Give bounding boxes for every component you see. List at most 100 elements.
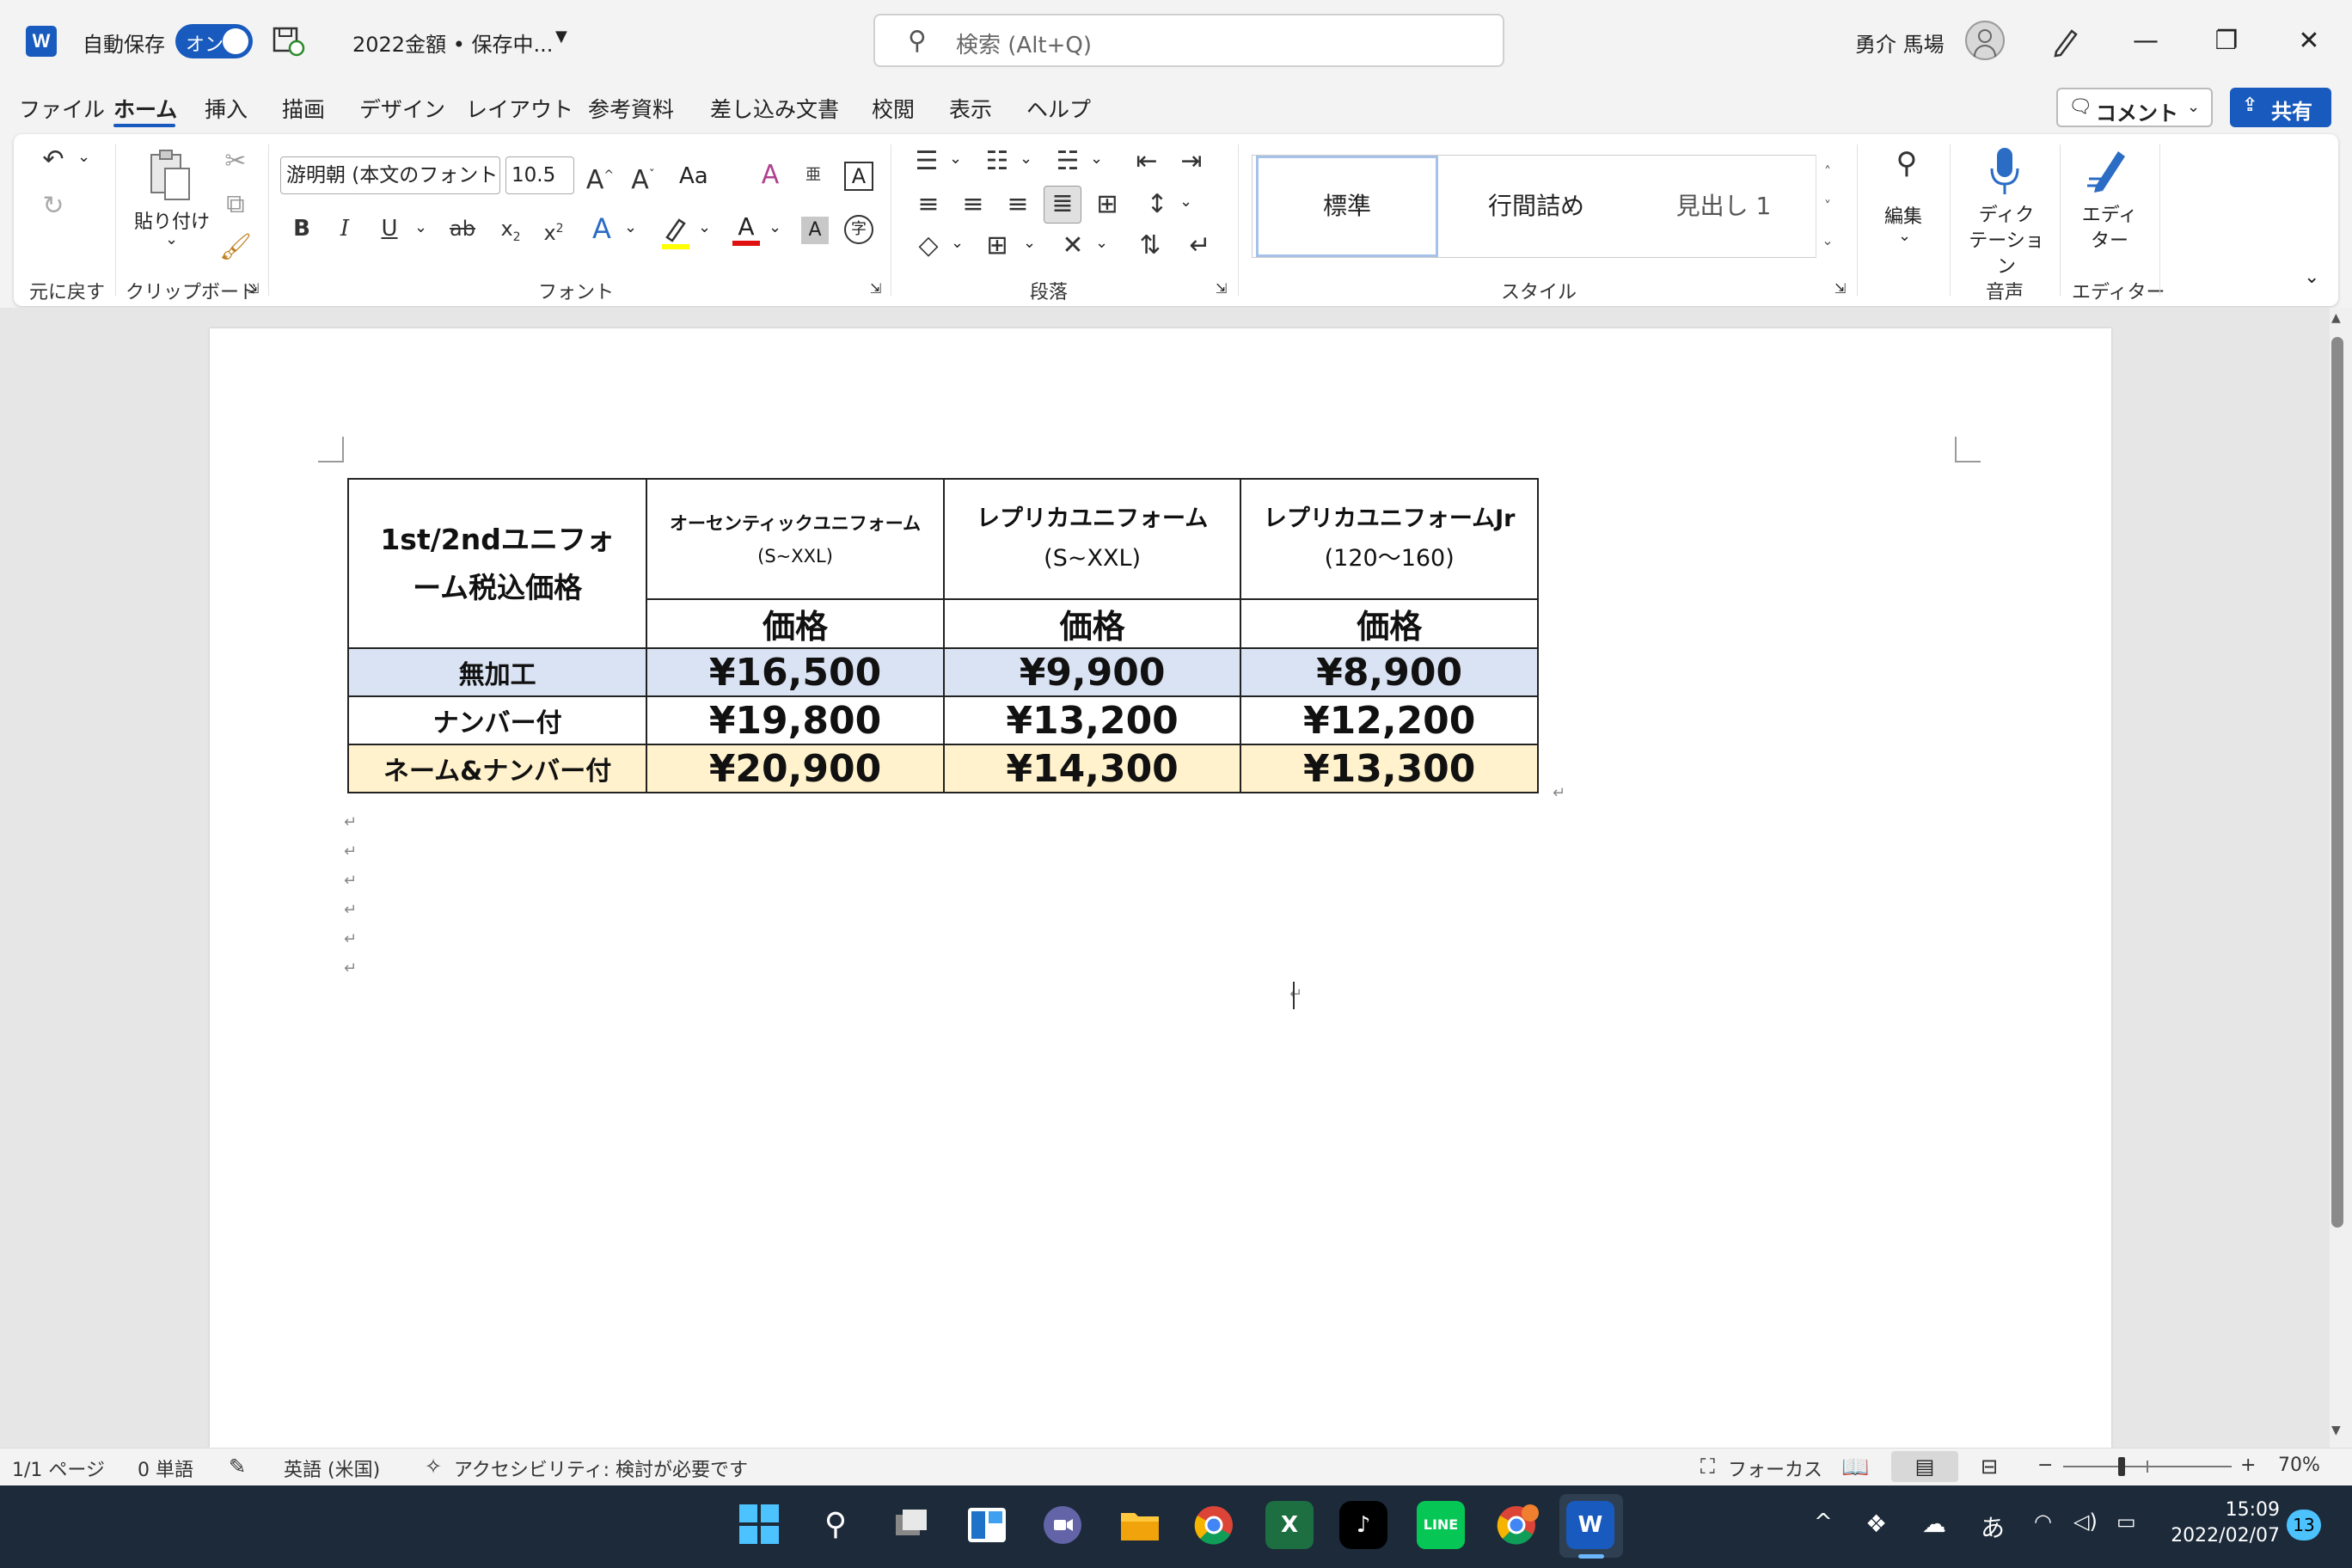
document-title[interactable]: 2022金額 • 保存中...: [352, 28, 553, 58]
tab-home[interactable]: ホーム: [113, 93, 177, 124]
scroll-up-icon[interactable]: ▲: [2331, 311, 2341, 325]
dialog-launcher-icon[interactable]: ⇲: [248, 280, 259, 297]
dialog-launcher-icon[interactable]: ⇲: [1216, 280, 1227, 297]
chevron-down-icon[interactable]: ⌄: [414, 218, 427, 236]
widgets-icon[interactable]: [963, 1501, 1011, 1549]
collapse-ribbon-icon[interactable]: ⌄: [2304, 266, 2319, 288]
subscript-icon[interactable]: x2: [493, 211, 528, 254]
tab-insert[interactable]: 挿入: [205, 93, 248, 124]
change-case-button[interactable]: Aa: [679, 163, 708, 189]
style-heading-1[interactable]: 見出し 1: [1631, 156, 1816, 257]
start-icon[interactable]: [738, 1503, 781, 1546]
comment-button[interactable]: 🗨 コメント ⌄: [2056, 88, 2213, 127]
task-view-icon[interactable]: [887, 1501, 935, 1549]
title-dropdown-icon[interactable]: ▼: [555, 28, 567, 46]
tab-help[interactable]: ヘルプ: [1026, 93, 1091, 124]
clock-date[interactable]: 2022/02/07: [2149, 1525, 2280, 1547]
tab-mailings[interactable]: 差し込み文書: [710, 93, 839, 124]
editor-label[interactable]: エディ ター: [2072, 203, 2147, 254]
font-size-combo[interactable]: 10.5: [505, 156, 574, 194]
line-icon[interactable]: LINE: [1417, 1501, 1465, 1549]
teams-chat-icon[interactable]: [1038, 1501, 1087, 1549]
text-direction-icon[interactable]: ✕: [1056, 229, 1090, 263]
style-no-spacing[interactable]: 行間詰め: [1443, 156, 1629, 257]
accessibility-icon[interactable]: ✧: [425, 1455, 442, 1479]
dialog-launcher-icon[interactable]: ⇲: [870, 280, 881, 297]
restore-button[interactable]: ❐: [2201, 17, 2252, 65]
autosave-toggle[interactable]: オン: [175, 24, 253, 58]
excel-icon[interactable]: X: [1265, 1501, 1314, 1549]
grow-font-icon[interactable]: A^: [583, 158, 617, 198]
paste-dropdown-icon[interactable]: ⌄: [165, 230, 178, 248]
chevron-down-icon[interactable]: ⌄: [698, 218, 711, 236]
enclose-characters-icon[interactable]: 字: [844, 215, 873, 244]
editing-label[interactable]: 編集: [1884, 201, 1922, 229]
focus-label[interactable]: フォーカス: [1728, 1455, 1822, 1482]
tiktok-icon[interactable]: ♪: [1339, 1501, 1387, 1549]
align-left-icon[interactable]: ≡: [911, 187, 946, 222]
clear-formatting-icon[interactable]: A: [753, 158, 787, 193]
shrink-font-icon[interactable]: Aˇ: [626, 158, 660, 198]
show-marks-icon[interactable]: ↵: [1183, 229, 1217, 263]
chevron-up-icon[interactable]: ^: [1814, 1510, 1833, 1535]
editor-icon[interactable]: [2084, 144, 2132, 199]
increase-indent-icon[interactable]: ⇥: [1174, 144, 1209, 179]
wifi-icon[interactable]: ◠: [2034, 1510, 2052, 1534]
find-icon[interactable]: ⚲: [1886, 146, 1927, 181]
avatar[interactable]: [1965, 21, 2005, 60]
battery-icon[interactable]: ▭: [2116, 1510, 2136, 1534]
sort-icon[interactable]: ⇅: [1133, 229, 1167, 263]
chevron-down-icon[interactable]: ⌄: [949, 150, 962, 168]
dialog-launcher-icon[interactable]: ⇲: [1834, 280, 1846, 297]
chevron-down-icon[interactable]: ⌄: [624, 218, 637, 236]
save-sync-icon[interactable]: [272, 26, 306, 57]
cut-icon[interactable]: ✂: [218, 144, 253, 179]
word-count[interactable]: 0 単語: [138, 1455, 193, 1482]
tab-view[interactable]: 表示: [949, 93, 992, 124]
bullets-icon[interactable]: ☰: [910, 144, 944, 179]
language-indicator[interactable]: 英語 (米国): [284, 1455, 380, 1482]
chevron-down-icon[interactable]: ⌄: [951, 234, 964, 252]
line-spacing-icon[interactable]: ↕: [1140, 187, 1174, 222]
dictate-label[interactable]: ディク テーション: [1969, 203, 2044, 280]
tab-draw[interactable]: 描画: [282, 93, 325, 124]
print-layout-button[interactable]: ▤: [1891, 1451, 1958, 1482]
italic-icon[interactable]: I: [330, 211, 359, 246]
tab-references[interactable]: 参考資料: [588, 93, 674, 124]
chevron-down-icon[interactable]: ⌄: [1020, 150, 1032, 168]
search-box[interactable]: ⚲ 検索 (Alt+Q): [873, 14, 1504, 67]
numbering-icon[interactable]: ☷: [980, 144, 1014, 179]
borders-icon[interactable]: ⊞: [980, 229, 1014, 263]
align-center-icon[interactable]: ≡: [956, 187, 990, 222]
scroll-up-icon[interactable]: ˄: [1816, 155, 1839, 189]
file-explorer-icon[interactable]: [1116, 1501, 1164, 1549]
scroll-down-icon[interactable]: ˅: [1816, 189, 1839, 224]
phonetic-guide-icon[interactable]: 亜: [796, 158, 830, 193]
user-name[interactable]: 勇介 馬場: [1855, 28, 1945, 58]
shading-icon[interactable]: ◇: [911, 229, 946, 263]
paste-icon[interactable]: [144, 148, 196, 203]
character-shading-icon[interactable]: A: [801, 217, 829, 244]
proofing-icon[interactable]: ✎: [229, 1455, 246, 1479]
chevron-down-icon[interactable]: ⌄: [1090, 150, 1103, 168]
chrome-profile-icon[interactable]: [1492, 1501, 1540, 1549]
copy-icon[interactable]: ⧉: [218, 187, 253, 222]
tab-design[interactable]: デザイン: [359, 93, 445, 124]
bold-icon[interactable]: B: [287, 211, 316, 246]
styles-scrollbar[interactable]: ˄ ˅ ⌄: [1816, 155, 1839, 258]
scroll-down-icon[interactable]: ▼: [2331, 1424, 2341, 1437]
align-right-icon[interactable]: ≡: [1001, 187, 1035, 222]
more-styles-icon[interactable]: ⌄: [1816, 224, 1839, 258]
share-button[interactable]: ⇪ 共有: [2230, 88, 2331, 127]
zoom-level[interactable]: 70%: [2278, 1455, 2320, 1476]
volume-icon[interactable]: ◁): [2073, 1510, 2098, 1534]
distributed-icon[interactable]: ⊞: [1090, 187, 1124, 222]
notification-badge[interactable]: 13: [2287, 1510, 2321, 1540]
focus-icon[interactable]: ⛶: [1700, 1455, 1715, 1479]
highlight-icon[interactable]: [658, 215, 693, 251]
justify-icon[interactable]: ≣: [1044, 186, 1081, 224]
decrease-indent-icon[interactable]: ⇤: [1130, 144, 1164, 179]
undo-dropdown-icon[interactable]: ⌄: [77, 148, 90, 166]
chrome-icon[interactable]: [1190, 1501, 1238, 1549]
chevron-down-icon[interactable]: ⌄: [1179, 193, 1192, 211]
